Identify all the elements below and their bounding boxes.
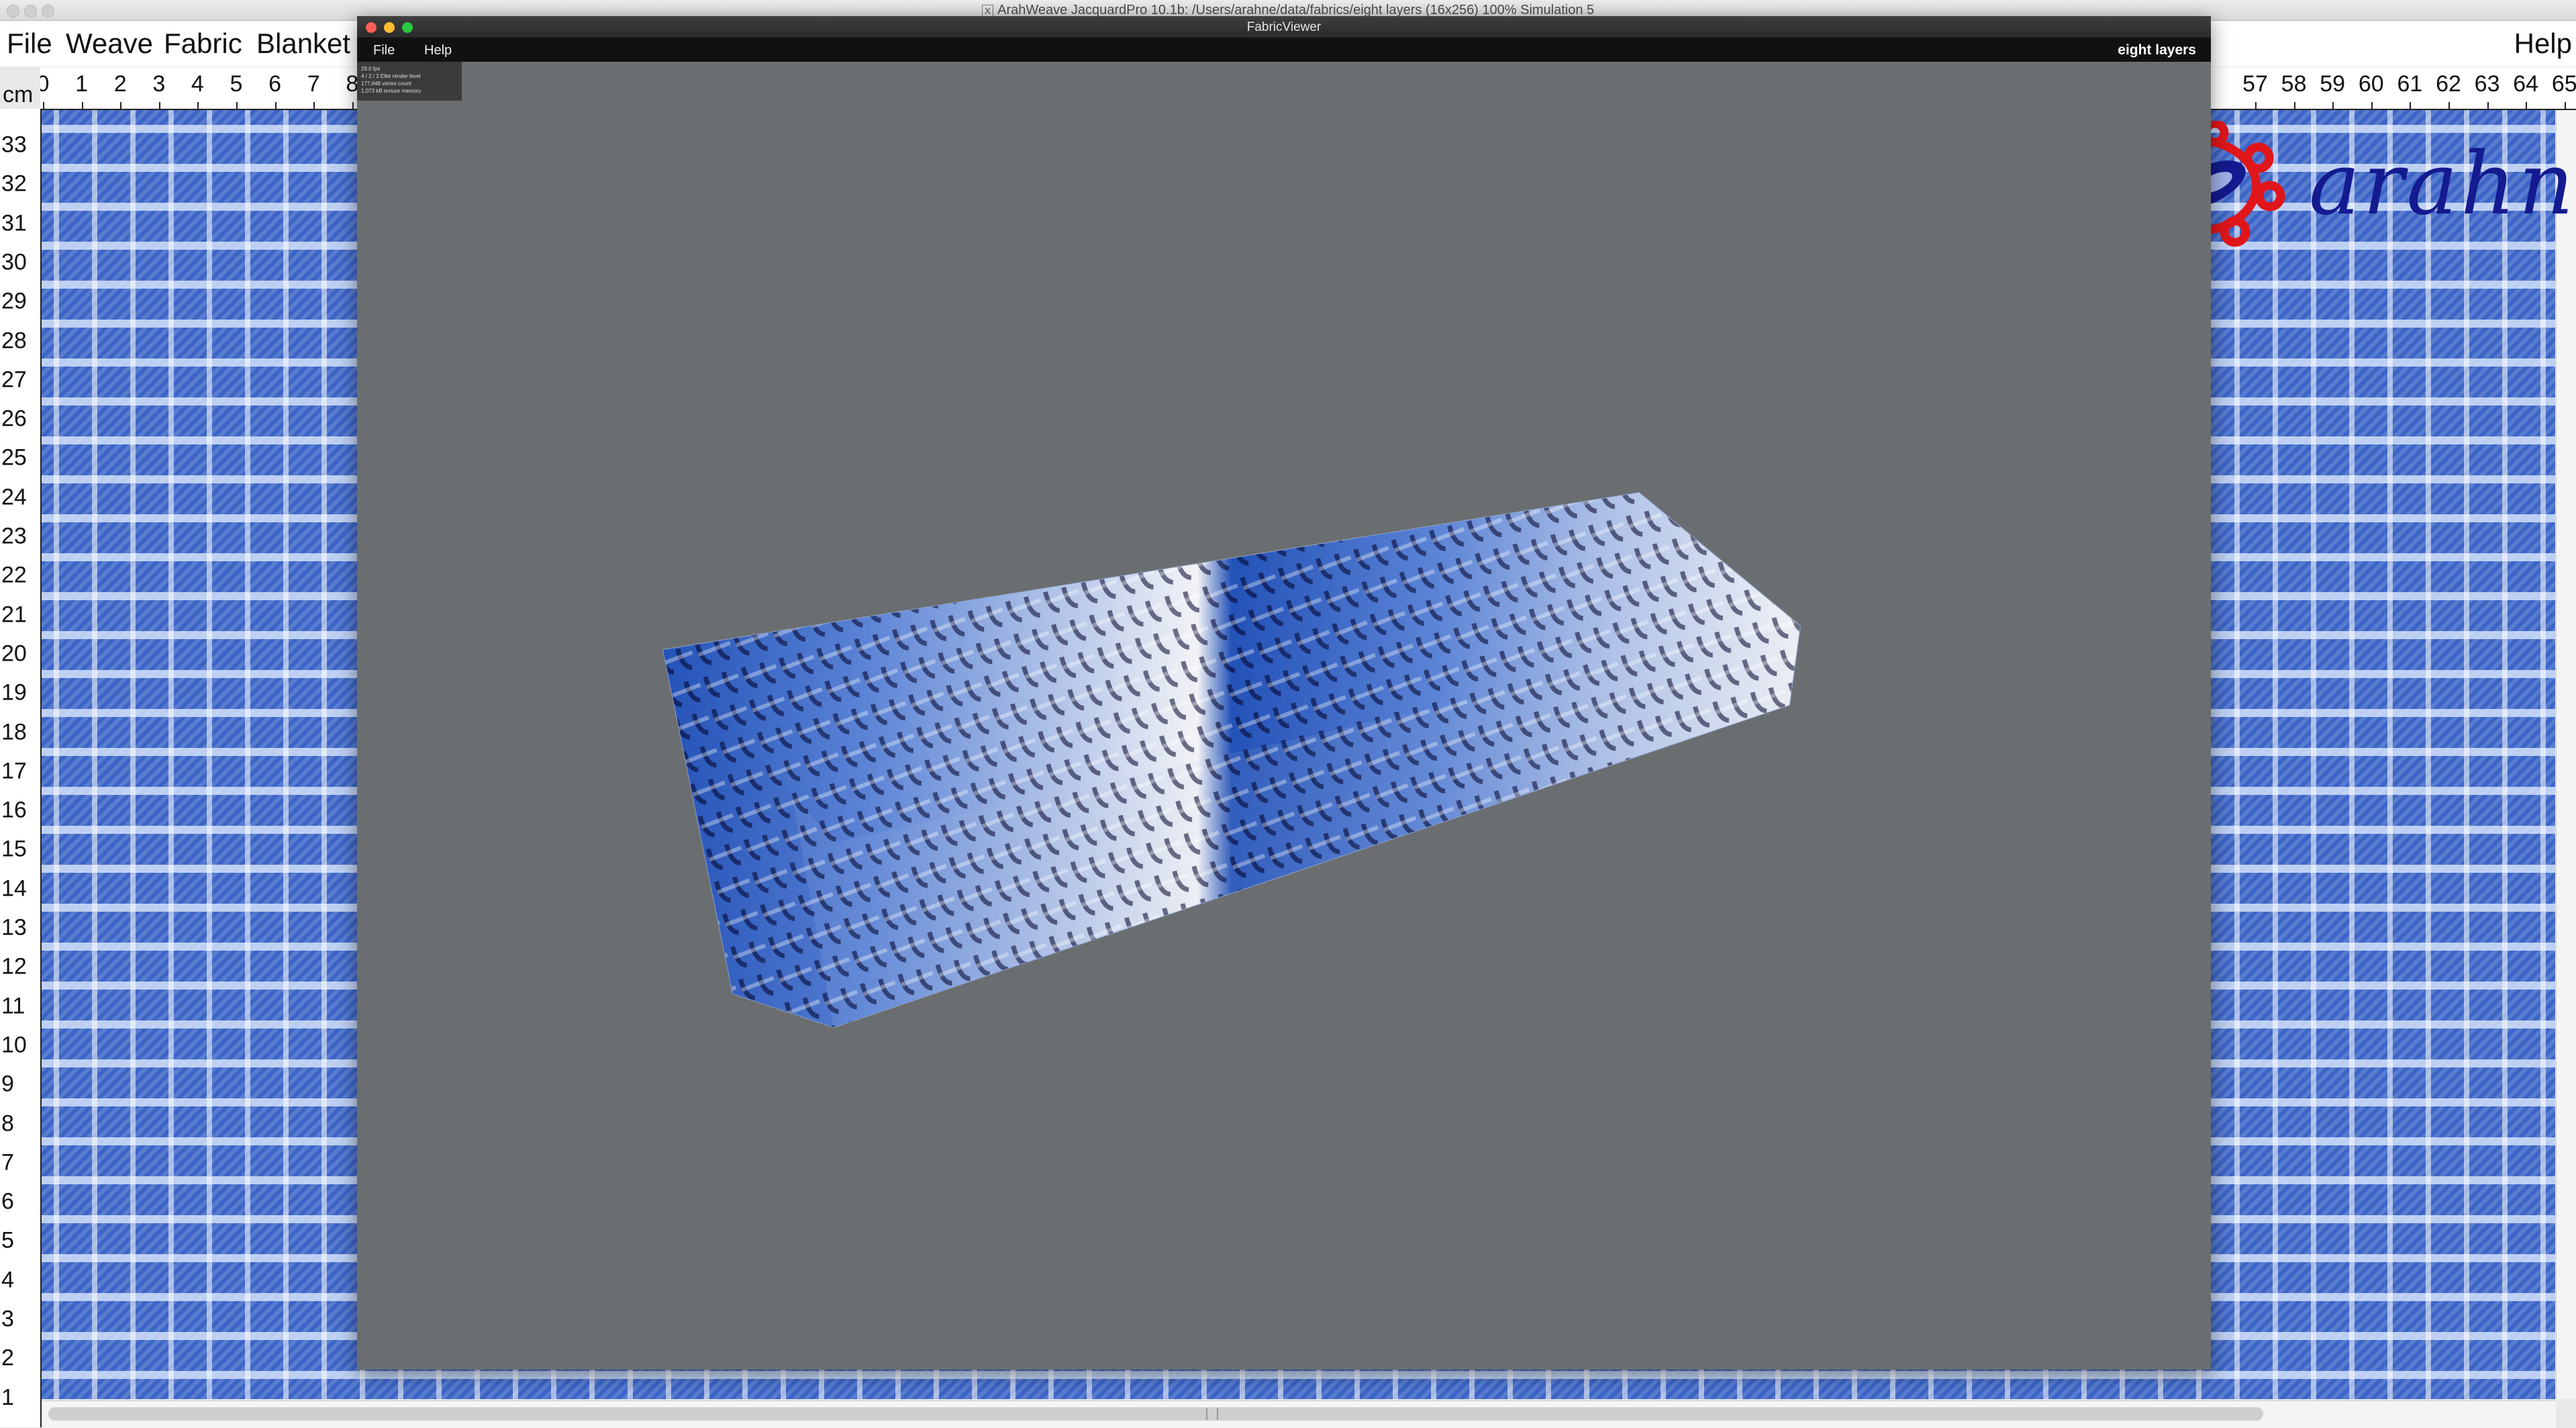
ruler-left-label: 24 <box>1 484 27 510</box>
ruler-tick <box>352 102 354 109</box>
stat-vertex-count: 177,648 vertex count <box>361 81 411 87</box>
ruler-left-label: 32 <box>1 171 27 197</box>
ruler-left-label: 9 <box>1 1071 14 1097</box>
ruler-left-label: 21 <box>1 602 27 628</box>
ruler-top-label: 4 <box>191 71 204 97</box>
stat-fps: 29.0 fps <box>361 66 381 72</box>
ruler-top-label: 6 <box>268 71 282 97</box>
ruler-tick <box>313 102 315 109</box>
ruler-tick <box>275 102 277 109</box>
3d-fabric-render <box>662 491 1801 1029</box>
ruler-left-label: 2 <box>1 1345 14 1371</box>
ruler-left-label: 7 <box>1 1149 14 1176</box>
ruler-tick <box>2293 102 2295 109</box>
menu-fabric[interactable]: Fabric <box>164 28 242 60</box>
menu-blanket[interactable]: Blanket <box>256 28 350 60</box>
ruler-left-label: 17 <box>1 758 27 784</box>
ruler-tick <box>2332 102 2334 109</box>
x11-icon: X <box>981 5 994 17</box>
ruler-top-label: 60 <box>2358 71 2384 97</box>
ruler-left-label: 27 <box>1 367 27 393</box>
ruler-left-label: 1 <box>1 1384 14 1411</box>
ruler-left-label: 16 <box>1 797 27 823</box>
ruler-left-label: 11 <box>1 993 26 1019</box>
ruler-left-label: 6 <box>1 1188 14 1215</box>
ruler-left-label: 22 <box>1 562 27 588</box>
ruler-top-label: 57 <box>2242 71 2268 97</box>
ruler-top-label: 0 <box>40 71 49 97</box>
ruler-left-label: 20 <box>1 640 27 667</box>
ruler-left-label: 14 <box>1 875 27 902</box>
menu-help[interactable]: Help <box>2514 28 2572 60</box>
ruler-tick <box>43 102 44 109</box>
ruler-left-label: 25 <box>1 444 27 471</box>
viewer-menu-bar: File Help eight layers <box>357 38 2211 62</box>
ruler-tick <box>2448 102 2450 109</box>
ruler-tick <box>2526 102 2528 109</box>
ruler-tick <box>81 102 83 109</box>
ruler-left-label: 15 <box>1 836 27 862</box>
ruler-tick <box>2255 102 2257 109</box>
ruler-top-label: 64 <box>2513 71 2539 97</box>
window-title-text: ArahWeave JacquardPro 10.1b: /Users/arah… <box>997 3 1595 17</box>
ruler-top-label: 63 <box>2474 71 2500 97</box>
ruler-tick <box>197 102 199 109</box>
ruler-left-label: 28 <box>1 328 27 353</box>
ruler-left-label: 4 <box>1 1267 14 1293</box>
ruler-left-label: 5 <box>1 1227 14 1253</box>
ruler-tick <box>2564 102 2566 109</box>
horizontal-scroll-thumb[interactable] <box>48 1407 2263 1421</box>
viewer-title: FabricViewer <box>1246 20 1322 34</box>
viewer-menu-help[interactable]: Help <box>424 43 452 58</box>
ruler-top-label: 61 <box>2397 71 2423 97</box>
viewer-title-bar: FabricViewer <box>357 16 2211 38</box>
fabric-viewer-window: FabricViewer File Help eight layers 29.0… <box>357 16 2211 1370</box>
ruler-left-label: 0 <box>1 1424 14 1428</box>
ruler-left-label: 18 <box>1 719 27 745</box>
ruler-left-label: 3 <box>1 1306 14 1332</box>
ruler-left-label: 10 <box>1 1032 27 1058</box>
horizontal-scrollbar[interactable] <box>42 1400 2556 1428</box>
ruler-top-label: 58 <box>2281 71 2307 97</box>
ruler-left-label: 19 <box>1 679 27 706</box>
ruler-left-label: 29 <box>1 288 27 314</box>
ruler-top-label: 7 <box>307 71 320 97</box>
ruler-left-label: 13 <box>1 914 27 941</box>
ruler-left-label: 30 <box>1 249 27 275</box>
scroll-grip-icon <box>1206 1408 1218 1420</box>
3d-fabric-viewport[interactable] <box>357 101 2211 1370</box>
menu-weave[interactable]: Weave <box>66 28 153 60</box>
ruler-left-label: 23 <box>1 523 27 549</box>
ruler-top-label: 59 <box>2320 71 2346 97</box>
ruler-tick <box>2410 102 2412 109</box>
ruler-tick <box>120 102 122 109</box>
ruler-tick <box>158 102 160 109</box>
ruler-unit-label: cm <box>3 82 34 107</box>
ruler-tick <box>2487 102 2489 109</box>
ruler-top-label: 5 <box>230 71 243 97</box>
fabric-name-label: eight layers <box>2118 42 2196 58</box>
ruler-left-label: 8 <box>1 1110 14 1137</box>
menu-file[interactable]: File <box>7 28 52 60</box>
logo-text: arahne <box>2309 134 2576 234</box>
ruler-top-label: 1 <box>75 71 89 97</box>
ruler-tick <box>236 102 238 109</box>
stat-render-level: 4 / 2 / 2 Elite render level <box>361 73 421 79</box>
ruler-left-label: 33 <box>1 132 27 158</box>
vertical-scrollbar[interactable] <box>2556 110 2576 1399</box>
render-stats-panel: 29.0 fps 4 / 2 / 2 Elite render level 17… <box>357 62 462 101</box>
stat-texture-memory: 1,073 kB texture memory <box>361 88 422 94</box>
ruler-left-label: 26 <box>1 406 27 432</box>
ruler-top-label: 2 <box>113 71 127 97</box>
viewer-menu-file[interactable]: File <box>373 43 395 58</box>
ruler-top-label: 65 <box>2551 71 2576 97</box>
ruler-top-label: 62 <box>2436 71 2461 97</box>
ruler-left-label: 31 <box>1 210 27 236</box>
ruler-tick <box>2371 102 2373 109</box>
ruler-left-label: 12 <box>1 953 27 980</box>
ruler-left: 33 32 31 30 29 28 27 26 25 24 23 22 21 20 19 18 17 16 15 14… <box>0 109 42 1427</box>
ruler-top-label: 3 <box>152 71 166 97</box>
